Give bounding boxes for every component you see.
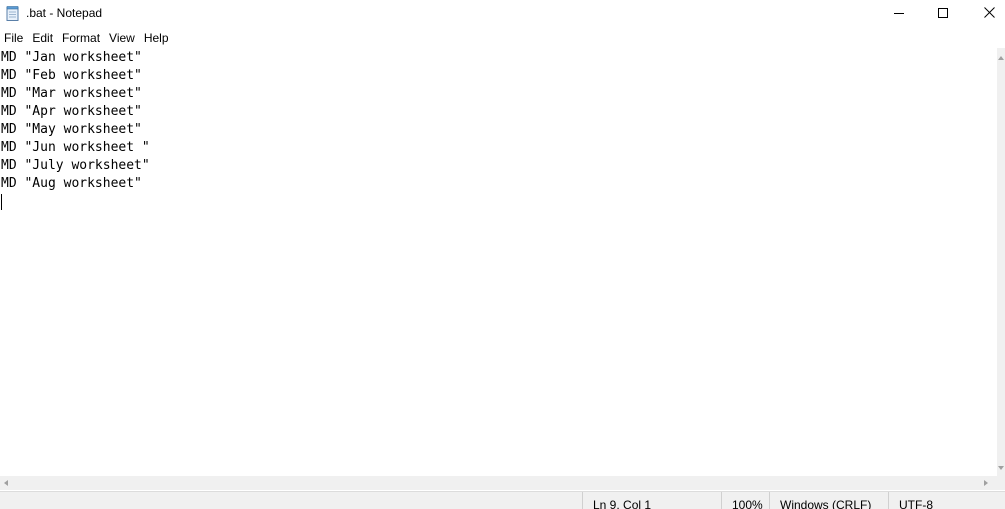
menu-edit[interactable]: Edit: [28, 29, 58, 48]
editor-line[interactable]: MD "Jan worksheet": [0, 49, 997, 67]
maximize-icon: [938, 5, 948, 23]
scroll-right-icon[interactable]: [984, 480, 988, 486]
close-button[interactable]: [966, 0, 1005, 28]
editor-line[interactable]: MD "Aug worksheet": [0, 175, 997, 193]
menu-format[interactable]: Format: [58, 29, 105, 48]
minimize-button[interactable]: [876, 0, 922, 28]
editor-line[interactable]: MD "Feb worksheet": [0, 67, 997, 85]
scroll-up-icon[interactable]: [998, 56, 1004, 60]
menu-view[interactable]: View: [105, 29, 140, 48]
editor-line[interactable]: MD "Apr worksheet": [0, 103, 997, 121]
editor-line[interactable]: MD "May worksheet": [0, 121, 997, 139]
status-bar: Ln 9, Col 1 100% Windows (CRLF) UTF-8: [0, 491, 1005, 509]
minimize-icon: [894, 5, 904, 23]
notepad-window: .bat - Notepad File Edit Format View Hel…: [0, 0, 1005, 509]
encoding: UTF-8: [888, 492, 1005, 509]
window-title: .bat - Notepad: [26, 6, 103, 20]
title-bar[interactable]: .bat - Notepad: [0, 0, 1005, 28]
editor-line[interactable]: MD "July worksheet": [0, 157, 997, 175]
scrollbar-corner: [997, 476, 1005, 490]
menu-help[interactable]: Help: [140, 29, 174, 48]
vertical-scrollbar[interactable]: [997, 48, 1005, 476]
cursor-position: Ln 9, Col 1: [582, 492, 721, 509]
text-editor[interactable]: MD "Jan worksheet" MD "Feb worksheet" MD…: [0, 48, 997, 476]
maximize-button[interactable]: [920, 0, 966, 28]
text-caret: [1, 193, 2, 210]
editor-line[interactable]: MD "Jun worksheet ": [0, 139, 997, 157]
scroll-down-icon[interactable]: [998, 466, 1004, 470]
scroll-left-icon[interactable]: [4, 480, 8, 486]
close-icon: [983, 5, 995, 23]
line-ending: Windows (CRLF): [769, 492, 888, 509]
menu-bar: File Edit Format View Help: [0, 29, 1005, 48]
menu-file[interactable]: File: [0, 29, 28, 48]
horizontal-scrollbar[interactable]: [0, 476, 997, 490]
notepad-icon[interactable]: [6, 6, 19, 21]
zoom-level: 100%: [721, 492, 769, 509]
editor-line-current[interactable]: [0, 193, 997, 211]
editor-line[interactable]: MD "Mar worksheet": [0, 85, 997, 103]
